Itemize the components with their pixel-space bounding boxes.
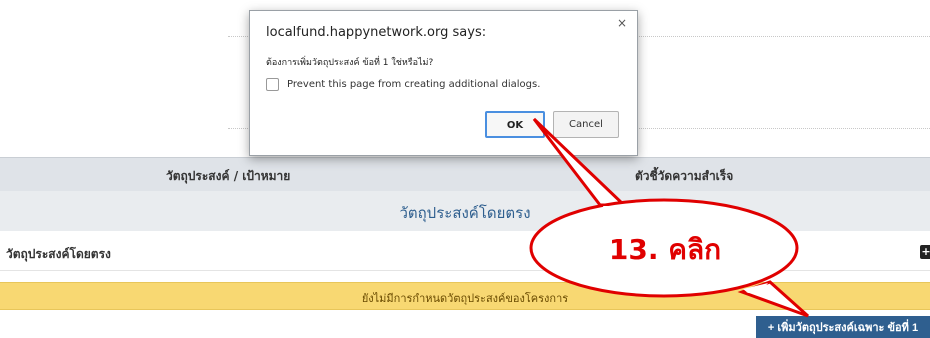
prevent-dialogs-checkbox[interactable] [266,78,279,91]
ok-button[interactable]: OK [485,111,545,138]
add-row-icon[interactable]: + [920,245,930,259]
objective-row-label: วัตถุประสงค์โดยตรง [6,247,111,261]
prevent-dialogs-label: Prevent this page from creating addition… [287,79,541,90]
dialog-message: ต้องการเพิ่มวัตถุประสงค์ ข้อที่ 1 ใช่หรื… [266,58,434,68]
callout-text: 13. คลิก [608,233,722,266]
section-bar: วัตถุประสงค์โดยตรง [0,191,930,231]
notice-text: ยังไม่มีการกำหนดวัตถุประสงค์ของโครงการ [361,292,569,305]
dialog-title: localfund.happynetwork.org says: [266,25,487,40]
prevent-dialogs-option[interactable]: Prevent this page from creating addition… [266,78,540,91]
confirm-dialog: localfund.happynetwork.org says: × ต้องก… [249,10,638,156]
add-objective-button[interactable]: + เพิ่มวัตถุประสงค์เฉพาะ ข้อที่ 1 [756,316,930,338]
cancel-button[interactable]: Cancel [553,111,619,138]
section-title: วัตถุประสงค์โดยตรง [399,204,531,222]
header-indicator: ตัวชี้วัดความสำเร็จ [635,169,734,183]
table-header: วัตถุประสงค์ / เป้าหมาย ตัวชี้วัดความสำเ… [0,157,930,192]
close-icon[interactable]: × [617,16,627,30]
header-objective: วัตถุประสงค์ / เป้าหมาย [166,169,291,183]
no-objective-notice: ยังไม่มีการกำหนดวัตถุประสงค์ของโครงการ [0,282,930,310]
